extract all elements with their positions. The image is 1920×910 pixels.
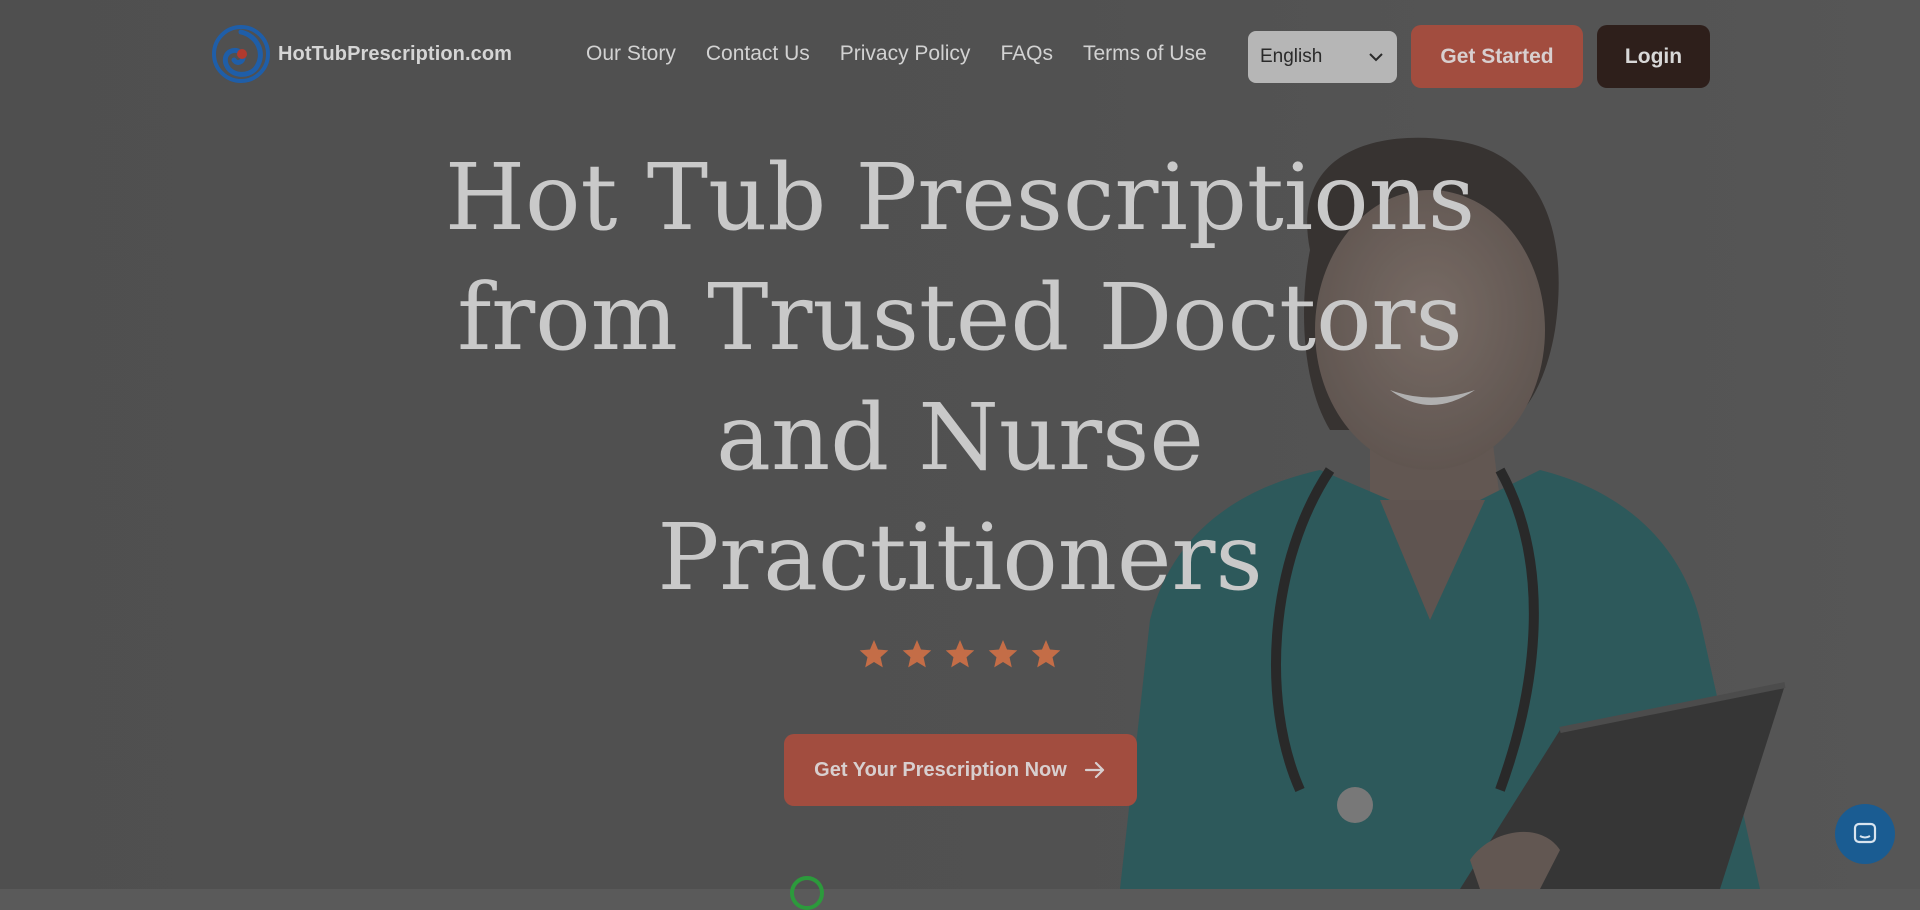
nav-link-privacy-policy[interactable]: Privacy Policy: [840, 42, 971, 66]
language-selected-value: English: [1260, 46, 1323, 67]
nav-link-terms-of-use[interactable]: Terms of Use: [1083, 42, 1207, 66]
top-nav: HotTubPrescription.com Our Story Contact…: [0, 0, 1920, 114]
headline-line-4: Practitioners: [657, 504, 1263, 611]
nav-link-contact-us[interactable]: Contact Us: [706, 42, 810, 66]
get-prescription-button[interactable]: Get Your Prescription Now: [784, 734, 1137, 806]
headline-line-2: from Trusted Doctors: [457, 264, 1463, 371]
trust-badge-icon: [790, 876, 824, 910]
cta-label: Get Your Prescription Now: [814, 758, 1067, 781]
chat-widget-button[interactable]: [1835, 804, 1895, 864]
nav-link-faqs[interactable]: FAQs: [1000, 42, 1053, 66]
headline-line-1: Hot Tub Prescriptions: [444, 144, 1476, 251]
nav-link-our-story[interactable]: Our Story: [586, 42, 676, 66]
get-started-button[interactable]: Get Started: [1411, 25, 1583, 88]
star-icon: [988, 640, 1018, 668]
star-icon: [902, 640, 932, 668]
hero-headline: Hot Tub Prescriptions from Trusted Doctor…: [360, 138, 1560, 618]
star-rating: [858, 638, 1073, 670]
swirl-logo-icon: [212, 25, 270, 83]
chat-icon: [1853, 822, 1877, 844]
chevron-down-icon: [1369, 53, 1383, 62]
login-button[interactable]: Login: [1597, 25, 1710, 88]
language-select[interactable]: English: [1248, 31, 1397, 83]
brand-logo[interactable]: HotTubPrescription.com: [208, 24, 512, 84]
star-icon: [1031, 640, 1061, 668]
brand-name: HotTubPrescription.com: [278, 42, 513, 65]
headline-line-3: and Nurse: [716, 384, 1204, 491]
star-icon: [859, 640, 889, 668]
nav-links: Our Story Contact Us Privacy Policy FAQs…: [586, 42, 1237, 66]
star-icon: [945, 640, 975, 668]
arrow-right-icon: [1084, 761, 1104, 779]
